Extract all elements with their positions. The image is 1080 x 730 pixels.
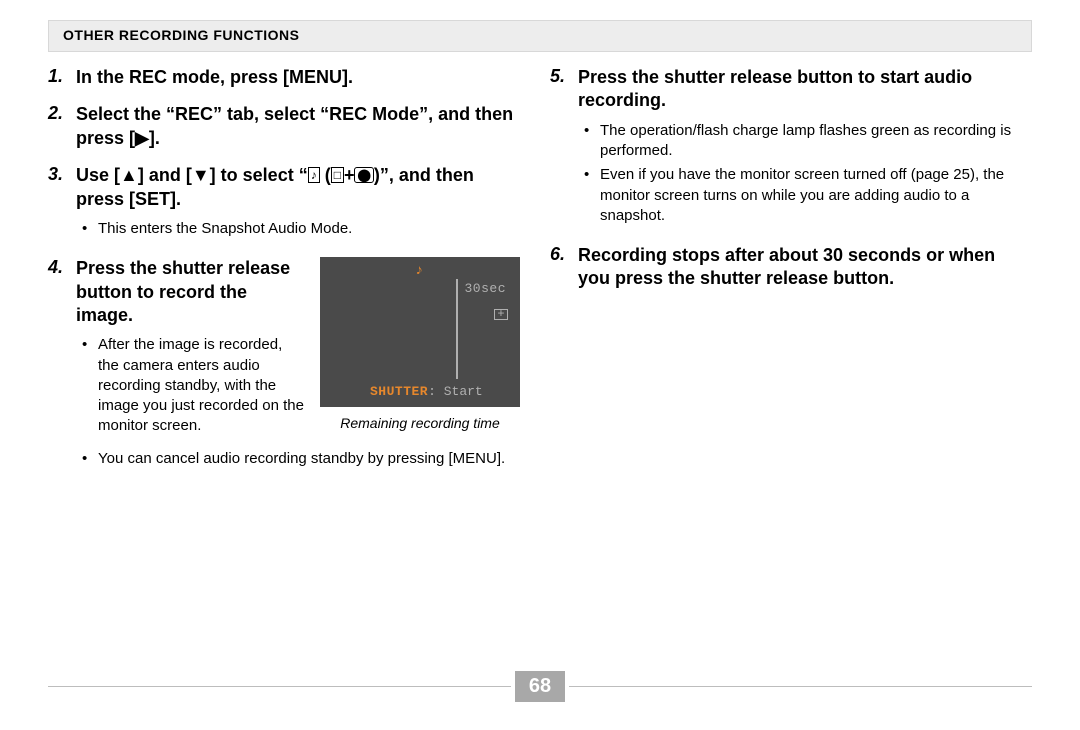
start-label: : Start: [428, 384, 483, 399]
lcd-timer: 30sec: [464, 281, 506, 296]
right-column: 5. Press the shutter release button to s…: [550, 66, 1022, 487]
down-arrow-icon: ▼: [192, 165, 210, 185]
music-note-icon: ♪: [308, 167, 320, 183]
step-title: Press the shutter release button to star…: [578, 66, 1022, 113]
lcd-bottom-label: SHUTTER: Start: [370, 384, 483, 399]
step-title: Recording stops after about 30 seconds o…: [578, 244, 1022, 291]
bullet-list: After the image is recorded, the camera …: [76, 335, 306, 436]
photo-icon: □: [331, 167, 344, 183]
bullet-item: Even if you have the monitor screen turn…: [584, 165, 1022, 226]
bullet-item: You can cancel audio recording standby b…: [82, 449, 520, 469]
step-number: 5.: [550, 66, 578, 230]
step-title: In the REC mode, press [MENU].: [76, 66, 520, 89]
bullet-item: The operation/flash charge lamp flashes …: [584, 121, 1022, 162]
mic-icon: ⬤: [354, 167, 373, 183]
step-number: 2.: [48, 103, 76, 150]
page-footer: 68: [48, 671, 1032, 702]
text: The operation/flash charge lamp flashes …: [600, 121, 1022, 162]
music-note-icon: ♪: [415, 263, 423, 279]
text: You can cancel audio recording standby b…: [98, 449, 505, 469]
bullet-item: After the image is recorded, the camera …: [82, 335, 306, 436]
step-title: Use [▲] and [▼] to select “♪ (□+⬤)”, and…: [76, 164, 520, 211]
text: Use [: [76, 165, 120, 185]
step-6: 6. Recording stops after about 30 second…: [550, 244, 1022, 291]
text: +: [344, 165, 355, 185]
section-header: Other Recording Functions: [48, 20, 1032, 52]
step-number: 4.: [48, 257, 76, 473]
text: This enters the Snapshot Audio Mode.: [98, 219, 352, 239]
step-title: Select the “REC” tab, select “REC Mode”,…: [76, 103, 520, 150]
step-number: 3.: [48, 164, 76, 243]
footer-rule: [48, 686, 511, 687]
text: ].: [149, 128, 160, 148]
bullet-item: This enters the Snapshot Audio Mode.: [82, 219, 520, 239]
content-columns: 1. In the REC mode, press [MENU]. 2. Sel…: [48, 66, 1032, 487]
step-4: 4. Press the shutter release button to r…: [48, 257, 520, 473]
section-title: Other Recording Functions: [63, 27, 300, 43]
text: ] and [: [138, 165, 192, 185]
lcd-screen: ♪ 30sec + SHUTTER: Start: [320, 257, 520, 407]
text: After the image is recorded, the camera …: [98, 335, 306, 436]
left-column: 1. In the REC mode, press [MENU]. 2. Sel…: [48, 66, 520, 487]
bullet-list: The operation/flash charge lamp flashes …: [578, 121, 1022, 226]
text: Even if you have the monitor screen turn…: [600, 165, 1022, 226]
text: ] to select “: [210, 165, 308, 185]
shutter-label: SHUTTER: [370, 384, 428, 399]
footer-rule: [569, 686, 1032, 687]
up-arrow-icon: ▲: [120, 165, 138, 185]
right-arrow-icon: ▶: [135, 128, 149, 148]
bullet-list: This enters the Snapshot Audio Mode.: [76, 219, 520, 239]
step-2: 2. Select the “REC” tab, select “REC Mod…: [48, 103, 520, 150]
lcd-divider: [456, 279, 458, 379]
step-number: 1.: [48, 66, 76, 89]
step-title: Press the shutter release button to reco…: [76, 257, 306, 327]
bullet-list: You can cancel audio recording standby b…: [76, 449, 520, 469]
step-5: 5. Press the shutter release button to s…: [550, 66, 1022, 230]
step-number: 6.: [550, 244, 578, 291]
lcd-figure: ♪ 30sec + SHUTTER: Start Remaining recor…: [320, 257, 520, 431]
page-number: 68: [515, 671, 565, 702]
step-1: 1. In the REC mode, press [MENU].: [48, 66, 520, 89]
step-3: 3. Use [▲] and [▼] to select “♪ (□+⬤)”, …: [48, 164, 520, 243]
lcd-caption: Remaining recording time: [320, 415, 520, 431]
manual-page: Other Recording Functions 1. In the REC …: [0, 0, 1080, 730]
lcd-thumb-icon: +: [494, 309, 508, 320]
